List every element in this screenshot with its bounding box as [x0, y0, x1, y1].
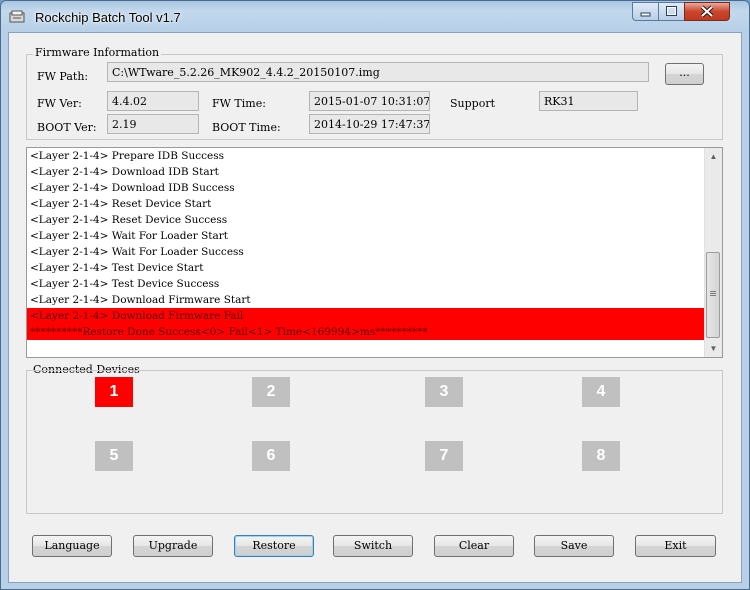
- save-button[interactable]: Save: [534, 535, 614, 557]
- device-slot-2: 2: [252, 377, 290, 407]
- log-line: <Layer 2-1-4> Download IDB Success: [30, 182, 235, 194]
- device-slot-4: 4: [582, 377, 620, 407]
- boot-ver-label: BOOT Ver:: [37, 121, 97, 134]
- connected-devices-panel: 1 2 3 4 5 6 7 8: [26, 370, 723, 514]
- fw-path-label: FW Path:: [37, 70, 89, 83]
- close-icon: [700, 5, 714, 18]
- log-line: <Layer 2-1-4> Test Device Start: [30, 262, 204, 274]
- support-label: Support: [450, 97, 496, 110]
- firmware-info-legend: Firmware Information: [33, 46, 162, 59]
- support-field: RK31: [539, 91, 638, 111]
- device-slot-5: 5: [95, 441, 133, 471]
- title-bar[interactable]: Rockchip Batch Tool v1.7: [1, 1, 749, 35]
- exit-button[interactable]: Exit: [635, 535, 716, 557]
- fw-ver-label: FW Ver:: [37, 97, 82, 110]
- client-area: Firmware Information FW Path: C:\WTware_…: [8, 32, 742, 583]
- device-slot-3: 3: [425, 377, 463, 407]
- log-line-error: **********Restore Done Success<0> Fail<1…: [27, 324, 705, 340]
- log-line-error: <Layer 2-1-4> Download Firmware Fail: [27, 308, 705, 324]
- maximize-icon: [666, 6, 677, 16]
- log-scrollbar[interactable]: ▲ ▼: [704, 148, 722, 357]
- log-line: <Layer 2-1-4> Wait For Loader Start: [30, 230, 229, 242]
- switch-button[interactable]: Switch: [333, 535, 413, 557]
- minimize-icon: [640, 12, 651, 17]
- scroll-down-icon[interactable]: ▼: [705, 340, 722, 357]
- fw-path-field: C:\WTware_5.2.26_MK902_4.4.2_20150107.im…: [107, 62, 649, 82]
- restore-button[interactable]: Restore: [234, 535, 314, 557]
- fw-ver-field: 4.4.02: [107, 91, 199, 111]
- log-line: <Layer 2-1-4> Prepare IDB Success: [30, 150, 224, 162]
- boot-time-field: 2014-10-29 17:47:37: [309, 114, 430, 134]
- device-slot-7: 7: [425, 441, 463, 471]
- clear-button[interactable]: Clear: [434, 535, 514, 557]
- language-button[interactable]: Language: [32, 535, 112, 557]
- fw-time-field: 2015-01-07 10:31:07: [309, 91, 430, 111]
- device-slot-6: 6: [252, 441, 290, 471]
- scroll-up-icon[interactable]: ▲: [705, 148, 722, 165]
- log-line: <Layer 2-1-4> Download Firmware Start: [30, 294, 251, 306]
- log-line: <Layer 2-1-4> Download IDB Start: [30, 166, 219, 178]
- fw-time-label: FW Time:: [212, 97, 266, 110]
- window-title: Rockchip Batch Tool v1.7: [35, 10, 181, 25]
- maximize-button[interactable]: [658, 2, 685, 21]
- browse-button[interactable]: ...: [665, 63, 704, 85]
- log-line: <Layer 2-1-4> Test Device Success: [30, 278, 220, 290]
- log-line: <Layer 2-1-4> Reset Device Start: [30, 198, 212, 210]
- log-list[interactable]: <Layer 2-1-4> Prepare IDB Success <Layer…: [26, 147, 723, 358]
- log-line: <Layer 2-1-4> Wait For Loader Success: [30, 246, 244, 258]
- close-button[interactable]: [684, 2, 730, 21]
- log-line: <Layer 2-1-4> Reset Device Success: [30, 214, 228, 226]
- app-icon: [9, 10, 25, 23]
- log-lines: <Layer 2-1-4> Prepare IDB Success <Layer…: [27, 148, 705, 340]
- boot-time-label: BOOT Time:: [212, 121, 281, 134]
- device-slot-1: 1: [95, 377, 133, 407]
- minimize-button[interactable]: [632, 2, 659, 21]
- boot-ver-field: 2.19: [107, 114, 199, 134]
- upgrade-button[interactable]: Upgrade: [133, 535, 213, 557]
- scroll-thumb[interactable]: [706, 252, 720, 338]
- main-window: Rockchip Batch Tool v1.7 Firmware Inform…: [0, 0, 750, 590]
- device-slot-8: 8: [582, 441, 620, 471]
